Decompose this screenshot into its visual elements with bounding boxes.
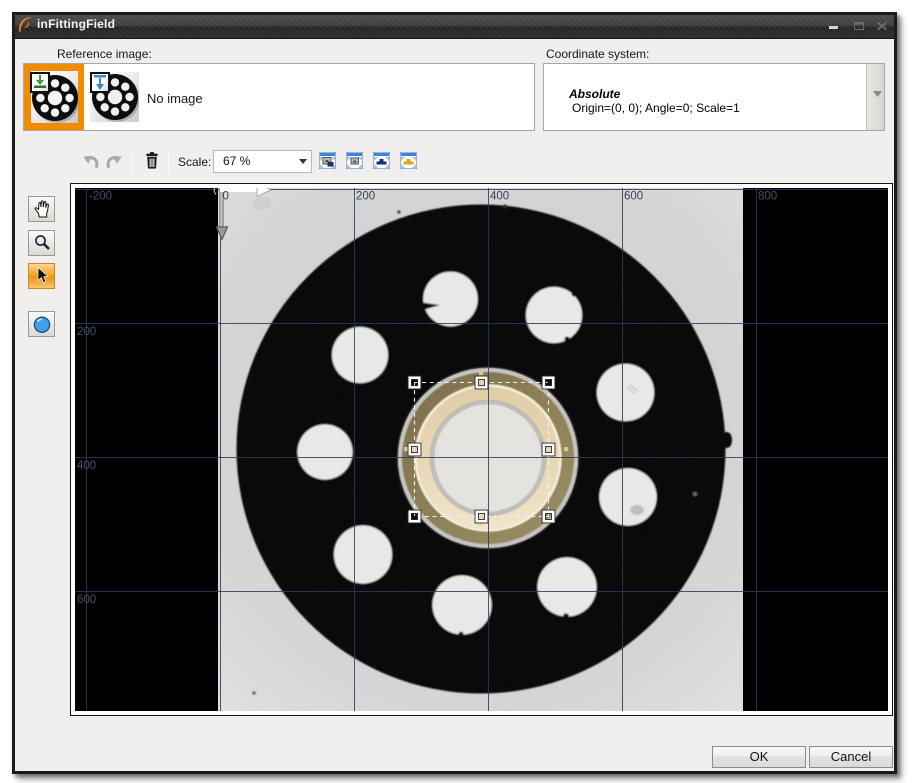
svg-text:800: 800 bbox=[758, 191, 777, 203]
svg-text:600: 600 bbox=[624, 191, 643, 203]
svg-text:400: 400 bbox=[490, 191, 509, 203]
svg-text:-200: -200 bbox=[89, 191, 112, 203]
svg-text:200: 200 bbox=[356, 191, 375, 203]
svg-text:400: 400 bbox=[77, 460, 96, 472]
svg-text:200: 200 bbox=[77, 326, 96, 338]
svg-text:600: 600 bbox=[77, 594, 96, 606]
svg-text:0: 0 bbox=[223, 191, 229, 203]
